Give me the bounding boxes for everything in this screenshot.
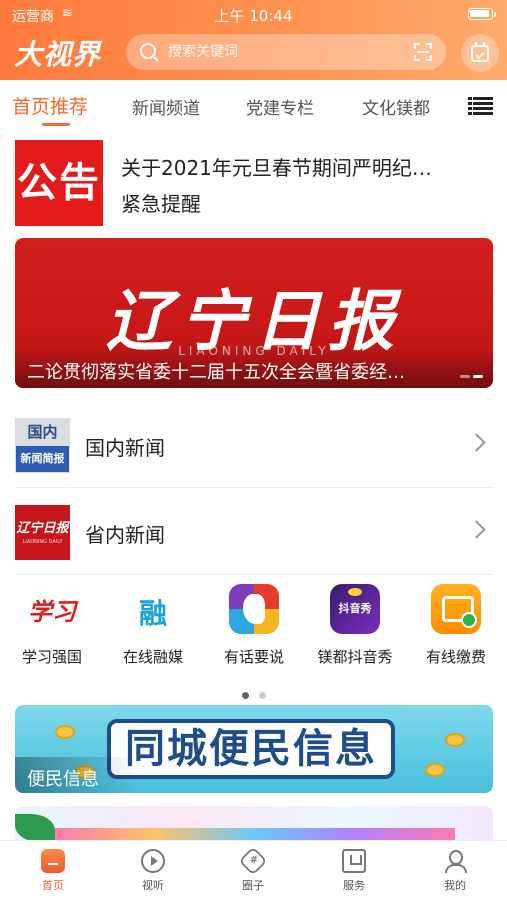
domestic-news-thumbnail: 国内 新闻简报 xyxy=(15,418,70,473)
channel-tabs: 首页推荐 新闻频道 党建专栏 文化镁都 xyxy=(0,80,507,132)
nav-label: 我的 xyxy=(444,879,466,892)
chevron-right-icon xyxy=(467,520,486,539)
search-bar[interactable] xyxy=(126,34,446,70)
hashtag-icon: # xyxy=(238,846,268,876)
news-row-domestic[interactable]: 国内 新闻简报 国内新闻 xyxy=(15,402,493,488)
app-screen: 运营商 ≋ 上午 10:44 大视界 首页推荐 新闻频道 党建专栏 文化镁都 xyxy=(0,0,507,900)
battery-icon xyxy=(468,8,496,20)
nav-label: 圈子 xyxy=(242,879,264,892)
app-label: 镁都抖音秀 xyxy=(317,648,393,666)
announcement-title: 关于2021年元旦春节期间严明纪… xyxy=(121,156,432,180)
nav-label: 服务 xyxy=(343,879,365,892)
chevron-right-icon xyxy=(467,433,486,452)
news-row-label: 国内新闻 xyxy=(85,436,165,460)
nav-label: 首页 xyxy=(42,879,64,892)
header: 运营商 ≋ 上午 10:44 大视界 xyxy=(0,0,507,80)
douyin-icon: 抖音秀 xyxy=(330,584,380,634)
announcement-badge: 公告 xyxy=(15,140,103,226)
tab-news-channel[interactable]: 新闻频道 xyxy=(132,94,200,119)
app-label: 有线缴费 xyxy=(425,648,486,666)
service-grid: 学习 学习强国 融 在线融媒 有话要说 抖音秀 镁都抖音秀 有线缴费 xyxy=(0,584,507,674)
provincial-news-thumbnail: 辽宁日报 LIAONING DAILY xyxy=(15,505,70,560)
thumb-bottom-text: 新闻简报 xyxy=(16,446,69,472)
status-bar: 运营商 ≋ 上午 10:44 xyxy=(0,0,507,28)
promo-title: 同城便民信息 xyxy=(107,719,395,779)
app-youhua[interactable]: 有话要说 xyxy=(204,584,304,667)
news-row-label: 省内新闻 xyxy=(85,523,165,547)
tv-pay-icon xyxy=(431,584,481,634)
coin-decoration xyxy=(425,763,445,777)
app-xuexi[interactable]: 学习 学习强国 xyxy=(2,584,102,667)
banner-pager xyxy=(457,363,483,382)
search-icon xyxy=(140,43,156,59)
home-icon xyxy=(41,849,65,873)
xuexi-icon: 学习 xyxy=(28,597,76,626)
thumb-top-text: 国内 xyxy=(16,419,69,446)
rongmei-icon: 融 xyxy=(138,597,167,630)
nav-circle[interactable]: # 圈子 xyxy=(213,846,293,893)
youhua-icon xyxy=(229,584,279,634)
nav-label: 视听 xyxy=(142,879,164,892)
coin-decoration xyxy=(55,725,75,739)
nav-home[interactable]: 首页 xyxy=(13,849,93,893)
bookmark-icon xyxy=(342,849,366,873)
news-row-provincial[interactable]: 辽宁日报 LIAONING DAILY 省内新闻 xyxy=(15,489,493,575)
nav-service[interactable]: 服务 xyxy=(314,849,394,893)
scan-icon[interactable] xyxy=(414,43,432,61)
coin-decoration xyxy=(445,733,465,747)
app-label: 学习强国 xyxy=(21,648,82,666)
tab-culture[interactable]: 文化镁都 xyxy=(362,94,430,119)
status-time: 上午 10:44 xyxy=(214,7,293,25)
thumb-top-text: 辽宁日报 xyxy=(16,521,69,536)
thumb-bottom-text: LIAONING DAILY xyxy=(22,539,63,545)
calendar-button[interactable] xyxy=(461,34,499,72)
channel-menu-icon[interactable] xyxy=(468,97,493,115)
banner-caption: 二论贯彻落实省委十二届十五次全会暨省委经… xyxy=(27,362,405,383)
search-input[interactable] xyxy=(168,41,388,63)
play-icon xyxy=(141,849,165,873)
promo-banner[interactable]: 同城便民信息 便民信息 xyxy=(15,705,493,793)
calendar-check-icon xyxy=(471,42,489,62)
profile-icon xyxy=(443,849,467,873)
promo-label: 便民信息 xyxy=(27,769,99,790)
pager-dot[interactable] xyxy=(258,692,266,699)
app-label: 在线融媒 xyxy=(122,648,183,666)
nav-me[interactable]: 我的 xyxy=(415,849,495,893)
announcement-subtitle: 紧急提醒 xyxy=(121,192,201,216)
app-douyin[interactable]: 抖音秀 镁都抖音秀 xyxy=(305,584,405,667)
grid-pager xyxy=(0,684,507,703)
headline-banner[interactable]: 辽宁日报 LIAONING DAILY 二论贯彻落实省委十二届十五次全会暨省委经… xyxy=(15,238,493,388)
app-label: 有话要说 xyxy=(223,648,284,666)
promo-label-shade: 便民信息 xyxy=(15,757,135,793)
bottom-nav: 首页 视听 # 圈子 服务 我的 xyxy=(0,840,507,900)
nav-media[interactable]: 视听 xyxy=(113,849,193,893)
tab-home-recommend[interactable]: 首页推荐 xyxy=(12,92,88,119)
announcement-item[interactable]: 公告 关于2021年元旦春节期间严明纪… 紧急提醒 xyxy=(15,140,493,228)
pager-dot-active[interactable] xyxy=(241,692,249,699)
leaf-decoration xyxy=(15,814,55,842)
app-logo: 大视界 xyxy=(14,38,102,71)
tab-party-column[interactable]: 党建专栏 xyxy=(246,94,314,119)
active-tab-indicator xyxy=(42,123,70,126)
app-rongmei[interactable]: 融 在线融媒 xyxy=(103,584,203,667)
app-youxian[interactable]: 有线缴费 xyxy=(406,584,506,667)
